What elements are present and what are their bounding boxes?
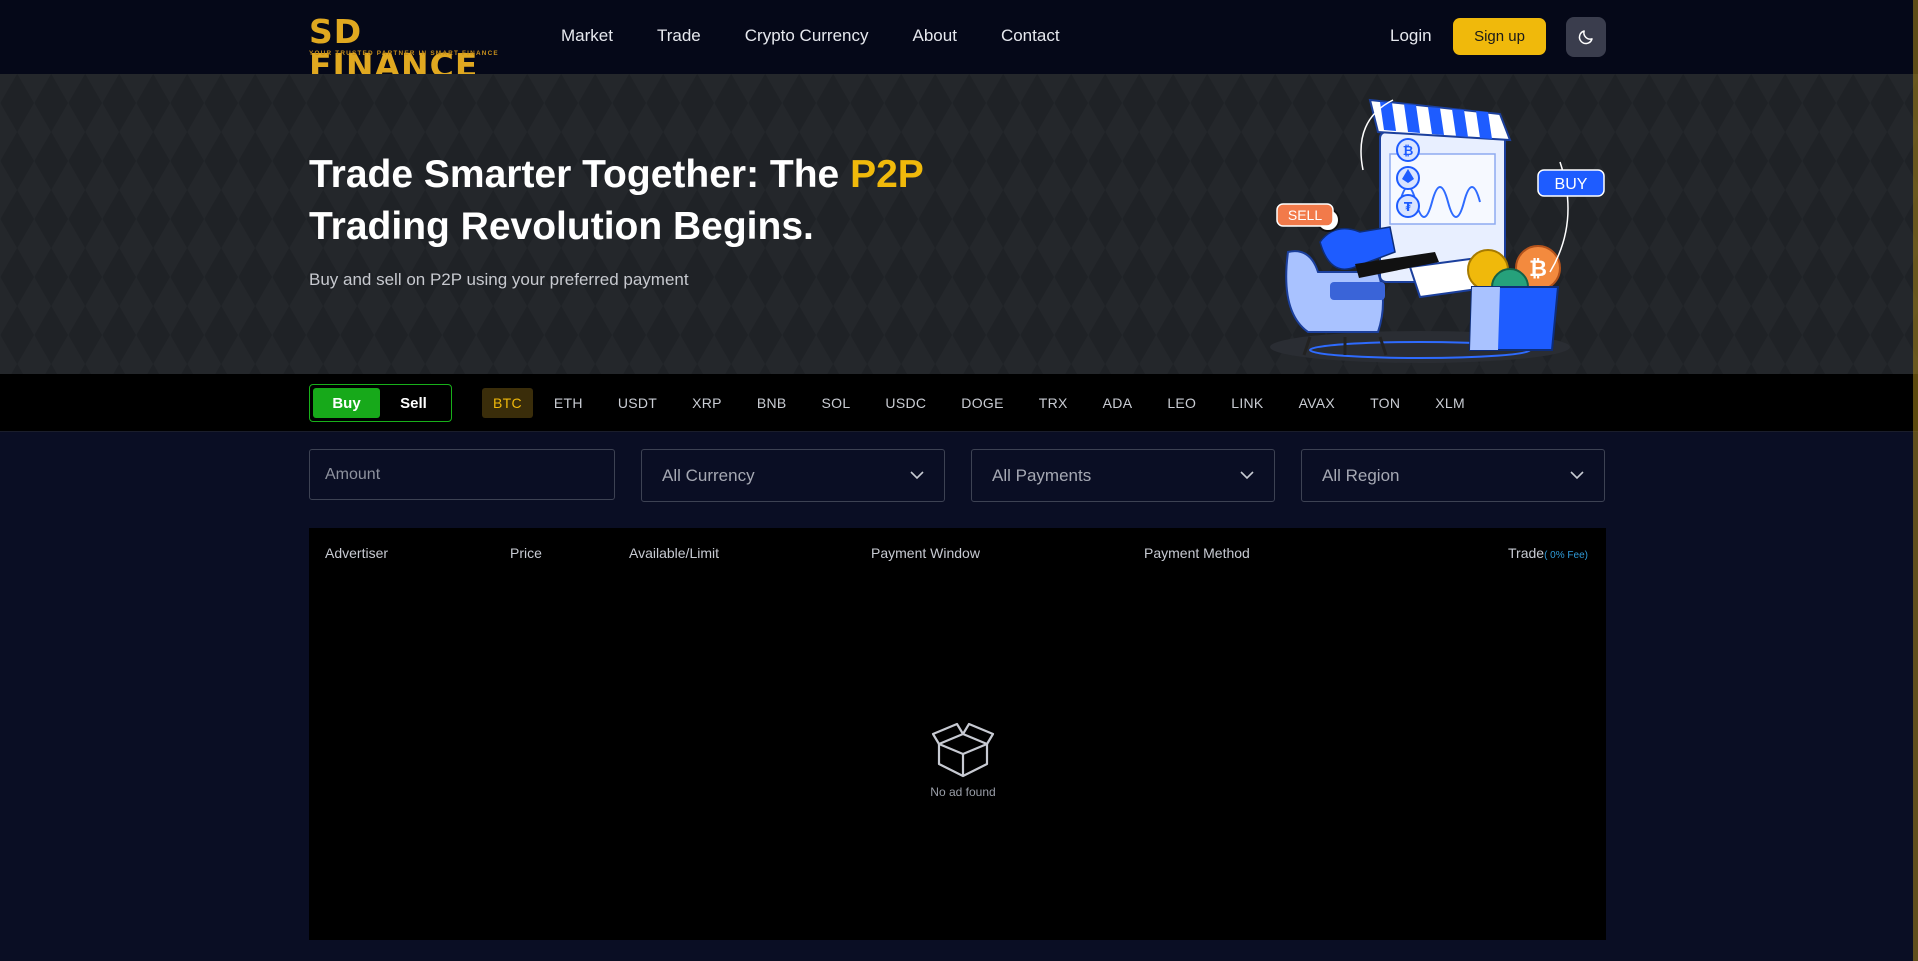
- currency-select[interactable]: All Currency: [641, 449, 945, 502]
- buy-badge: BUY: [1555, 176, 1588, 193]
- buy-sell-toggle: Buy Sell: [309, 384, 452, 422]
- logo-tagline: YOUR TRUSTED PARTNER IN SMART FINANCE: [309, 50, 499, 57]
- payments-select[interactable]: All Payments: [971, 449, 1275, 502]
- svg-text:₿: ₿: [1529, 257, 1547, 282]
- hero-subtitle: Buy and sell on P2P using your preferred…: [309, 270, 689, 289]
- token-tab-leo[interactable]: LEO: [1156, 388, 1207, 418]
- column-header-price: Price: [510, 545, 542, 561]
- logo[interactable]: SD FINANCE YOUR TRUSTED PARTNER IN SMART…: [309, 15, 511, 83]
- nav-link-market[interactable]: Market: [561, 26, 613, 46]
- empty-state-text: No ad found: [930, 785, 996, 799]
- empty-state: No ad found: [921, 720, 1005, 799]
- token-tab-xlm[interactable]: XLM: [1424, 388, 1476, 418]
- token-tab-ada[interactable]: ADA: [1092, 388, 1144, 418]
- trade-header-label: Trade: [1508, 545, 1545, 561]
- token-tab-avax[interactable]: AVAX: [1288, 388, 1346, 418]
- theme-toggle-button[interactable]: [1566, 17, 1606, 57]
- token-tab-bnb[interactable]: BNB: [746, 388, 798, 418]
- token-tab-ton[interactable]: TON: [1359, 388, 1411, 418]
- column-header-payment-window: Payment Window: [871, 545, 980, 561]
- nav-links: Market Trade Crypto Currency About Conta…: [561, 26, 1104, 46]
- column-header-trade: Trade( 0% Fee): [1508, 545, 1588, 561]
- nav-link-about[interactable]: About: [913, 26, 957, 46]
- moon-icon: [1578, 30, 1593, 45]
- svg-text:₿: ₿: [1403, 144, 1414, 159]
- fee-label: ( 0% Fee): [1544, 550, 1588, 561]
- token-tab-usdc[interactable]: USDC: [874, 388, 937, 418]
- hero-section: Trade Smarter Together: The P2P Trading …: [0, 74, 1918, 374]
- page: SD FINANCE YOUR TRUSTED PARTNER IN SMART…: [0, 0, 1918, 961]
- hero-title-highlight: P2P: [850, 153, 924, 196]
- token-tab-eth[interactable]: ETH: [543, 388, 594, 418]
- chevron-down-icon: [1240, 471, 1254, 480]
- nav-link-trade[interactable]: Trade: [657, 26, 701, 46]
- empty-box-icon: [931, 722, 995, 778]
- column-header-available-limit: Available/Limit: [629, 545, 720, 561]
- region-select-label: All Region: [1322, 465, 1400, 485]
- token-tab-xrp[interactable]: XRP: [681, 388, 733, 418]
- buy-tab[interactable]: Buy: [313, 388, 380, 418]
- sell-tab[interactable]: Sell: [380, 388, 447, 418]
- token-tab-doge[interactable]: DOGE: [950, 388, 1014, 418]
- top-nav: SD FINANCE YOUR TRUSTED PARTNER IN SMART…: [0, 0, 1918, 83]
- hero-title: Trade Smarter Together: The P2P Trading …: [309, 149, 1029, 253]
- token-tab-btc[interactable]: BTC: [482, 388, 533, 418]
- hero-title-part2: Trading Revolution Begins.: [309, 205, 814, 248]
- p2p-market-illustration: ₿ ₮ ₿ SELL BUY: [1270, 98, 1605, 363]
- token-bar: Buy Sell BTC ETH USDT XRP BNB SOL USDC D…: [0, 374, 1918, 432]
- logo-brand: SD FINANCE: [309, 12, 479, 85]
- payments-select-label: All Payments: [992, 465, 1092, 485]
- amount-input[interactable]: [309, 449, 615, 500]
- sell-badge: SELL: [1288, 207, 1322, 223]
- region-select[interactable]: All Region: [1301, 449, 1605, 502]
- column-header-advertiser: Advertiser: [325, 545, 389, 561]
- token-tab-sol[interactable]: SOL: [811, 388, 862, 418]
- token-tabs: BTC ETH USDT XRP BNB SOL USDC DOGE TRX A…: [482, 388, 1489, 418]
- nav-link-contact[interactable]: Contact: [1001, 26, 1060, 46]
- ads-table: Advertiser Price Available/Limit Payment…: [309, 528, 1606, 940]
- chevron-down-icon: [1570, 471, 1584, 480]
- chevron-down-icon: [910, 471, 924, 480]
- nav-link-crypto-currency[interactable]: Crypto Currency: [745, 26, 869, 46]
- hero-title-part1: Trade Smarter Together: The: [309, 153, 851, 196]
- svg-text:₮: ₮: [1404, 200, 1413, 214]
- currency-select-label: All Currency: [662, 465, 755, 485]
- column-header-payment-method: Payment Method: [1144, 545, 1250, 561]
- page-scrollbar[interactable]: [1913, 0, 1918, 961]
- signup-button[interactable]: Sign up: [1453, 18, 1546, 55]
- token-tab-usdt[interactable]: USDT: [607, 388, 668, 418]
- login-link[interactable]: Login: [1390, 26, 1432, 46]
- token-tab-link[interactable]: LINK: [1220, 388, 1274, 418]
- token-tab-trx[interactable]: TRX: [1028, 388, 1079, 418]
